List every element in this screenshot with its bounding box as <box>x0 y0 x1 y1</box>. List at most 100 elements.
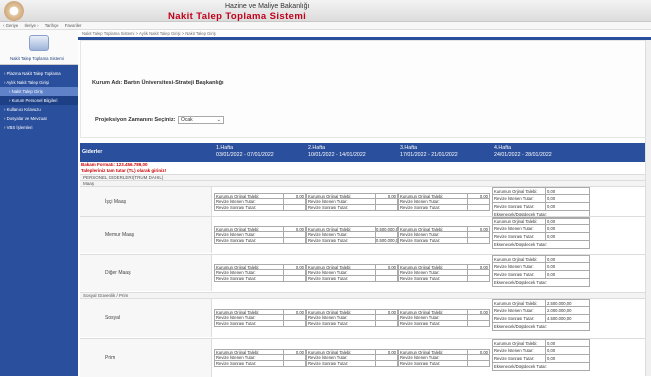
field-label: Kurumun Orjinal Talebi: <box>308 227 352 231</box>
field-label: Revize Sonrası Tutar: <box>216 205 257 210</box>
field-label: Eksenecek/Düşülecek Tutar: <box>494 242 548 247</box>
field-value: 0,00 <box>467 227 489 231</box>
field-label: Revize İstenen Tutar: <box>400 315 440 320</box>
sidebar-item[interactable]: › Dosyalar ve Mevzuat <box>0 114 78 123</box>
week-1-header: 1.Hafta 03/01/2022 - 07/01/2022 <box>216 145 274 158</box>
sidebar-app-header: Nakit Talep Toplama Sistemi <box>0 30 78 65</box>
field-value[interactable] <box>467 270 489 275</box>
field-value[interactable]: 4.500.000,00 <box>545 315 589 322</box>
field-value <box>467 361 489 366</box>
field-value <box>283 361 305 366</box>
field-value[interactable] <box>283 199 305 204</box>
sidebar-item[interactable]: › Kurum Personel Bilgileri <box>0 96 78 105</box>
projection-select[interactable]: Ocak ⌄ <box>178 116 224 124</box>
field-value[interactable] <box>375 315 397 320</box>
field-value[interactable]: 2.000.000,00 <box>545 307 589 314</box>
week-fields: Kurumun Orjinal Talebi: 0,00 Revize İstene… <box>214 309 306 327</box>
week-fields: Kurumun Orjinal Talebi: 0.500.000,00Reviz… <box>306 226 398 244</box>
sidebar-item[interactable]: › VBS İşlemleri <box>0 123 78 132</box>
field-value[interactable]: 0,00 <box>545 347 589 354</box>
field-value[interactable] <box>283 270 305 275</box>
field-value[interactable] <box>467 355 489 360</box>
sidebar-item[interactable]: › Kullanıcı Kılavuzu <box>0 105 78 114</box>
field-value[interactable]: 0,00 <box>545 225 589 232</box>
week-4-fields: Kurumun Orjinal Talebi: 0,00 Revize İstene… <box>492 339 590 371</box>
history-link[interactable]: Tarihçe <box>45 23 59 28</box>
table-row: İşçi Maaş Kurumun Orjinal Talebi: 0,00 Revi… <box>80 186 651 219</box>
field-row: Kurumun Orjinal Talebi: 0,00 <box>492 255 590 263</box>
field-value[interactable] <box>375 270 397 275</box>
field-label: Revize Sonrası Tutar: <box>400 321 441 326</box>
field-value: 0,00 <box>283 350 305 354</box>
field-row: Revize Sonrası Tutar: <box>214 321 306 327</box>
field-value: 0.500.000,00 <box>375 238 397 243</box>
field-value[interactable]: 0,00 <box>545 195 589 202</box>
field-value[interactable] <box>283 232 305 237</box>
back-link[interactable]: ‹ Geriye <box>3 23 18 28</box>
field-row: Revize Sonrası Tutar: <box>306 205 398 211</box>
week-4-fields: Kurumun Orjinal Talebi: 0,00 Revize İstene… <box>492 255 590 287</box>
field-value[interactable]: 0,00 <box>545 263 589 270</box>
field-value[interactable]: 0,00 <box>545 218 589 224</box>
table-row: Memur Maaş Kurumun Orjinal Talebi: 0,00 Rev… <box>80 216 651 253</box>
field-label: Revize İstenen Tutar: <box>308 355 348 360</box>
week-fields: Kurumun Orjinal Talebi: 0,00 Revize İstene… <box>214 226 306 244</box>
field-value[interactable] <box>467 315 489 320</box>
field-row: Revize İstenen Tutar: 0,00 <box>492 195 590 203</box>
field-label: Kurumun Orjinal Talebi: <box>308 350 352 354</box>
sidebar: Nakit Talep Toplama Sistemi › Plazma Nak… <box>0 30 78 376</box>
vertical-scrollbar[interactable] <box>645 40 651 376</box>
sidebar-item[interactable]: › Plazma Nakit Talep Toplama <box>0 69 78 78</box>
week-fields: Kurumun Orjinal Talebi: 0,00 Revize İstene… <box>398 226 490 244</box>
favorites-link[interactable]: Favoriler <box>65 23 82 28</box>
sidebar-item[interactable]: › Aylık Nakit Talep Girişi <box>0 78 78 87</box>
field-value <box>375 321 397 326</box>
field-label: Revize Sonrası Tutar: <box>494 316 535 321</box>
field-label: Revize İstenen Tutar: <box>216 315 256 320</box>
field-value[interactable]: 2.500.000,00 <box>545 300 589 306</box>
field-label: Revize Sonrası Tutar: <box>494 204 535 209</box>
field-value[interactable]: 0,00 <box>545 340 589 346</box>
field-value <box>283 321 305 326</box>
sidebar-item[interactable]: › Nakit Talep Giriş <box>0 87 78 96</box>
week-fields: Kurumun Orjinal Talebi: 0,00 Revize İstene… <box>214 193 306 211</box>
field-label: Revize Sonrası Tutar: <box>308 205 349 210</box>
row-label: Memur Maaş <box>80 217 212 253</box>
projection-value: Ocak <box>181 117 193 123</box>
field-value[interactable] <box>375 199 397 204</box>
field-value[interactable] <box>467 199 489 204</box>
amount-note: Talepleriniz tam tutar (TL) olarak girin… <box>81 167 167 173</box>
field-value[interactable] <box>375 355 397 360</box>
field-label: Kurumun Orjinal Talebi: <box>494 189 538 194</box>
field-row: Revize Sonrası Tutar: 0.500.000,00 <box>306 238 398 244</box>
field-value[interactable]: 0,00 <box>545 256 589 262</box>
field-label: Revize Sonrası Tutar: <box>494 272 535 277</box>
week-fields: Kurumun Orjinal Talebi: 0,00 Revize İstene… <box>306 193 398 211</box>
field-label: Kurumun Orjinal Talebi: <box>400 350 444 354</box>
app-icon <box>29 35 49 51</box>
field-value <box>375 361 397 366</box>
table-row: Diğer Maaş Kurumun Orjinal Talebi: 0,00 Rev… <box>80 254 651 291</box>
field-value[interactable] <box>467 232 489 237</box>
field-value <box>375 205 397 210</box>
field-row: Revize Sonrası Tutar: <box>306 276 398 282</box>
field-value[interactable] <box>375 232 397 237</box>
field-value[interactable] <box>283 315 305 320</box>
row-label: Diğer Maaş <box>80 255 212 291</box>
field-label: Revize Sonrası Tutar: <box>400 238 441 243</box>
field-value[interactable] <box>283 355 305 360</box>
field-value: 0,00 <box>467 310 489 314</box>
field-row: Revize Sonrası Tutar: <box>306 361 398 367</box>
field-label: Eksenecek/Düşülecek Tutar: <box>494 324 548 329</box>
kurum-name: Kurum Adı: Bartın Üniversitesi-Strateji … <box>92 80 224 86</box>
field-value[interactable]: 0,00 <box>545 203 589 210</box>
week-1-range: 03/01/2022 - 07/01/2022 <box>216 151 274 158</box>
field-value[interactable]: 0,00 <box>545 355 589 362</box>
field-row: Eksenecek/Düşülecek Tutar: <box>492 241 590 249</box>
field-value[interactable]: 0,00 <box>545 271 589 278</box>
field-label: Revize Sonrası Tutar: <box>400 276 441 281</box>
forward-link[interactable]: Ileriye › <box>24 23 38 28</box>
field-value[interactable]: 0,00 <box>545 233 589 240</box>
field-value <box>283 205 305 210</box>
field-value[interactable]: 0,00 <box>545 188 589 194</box>
